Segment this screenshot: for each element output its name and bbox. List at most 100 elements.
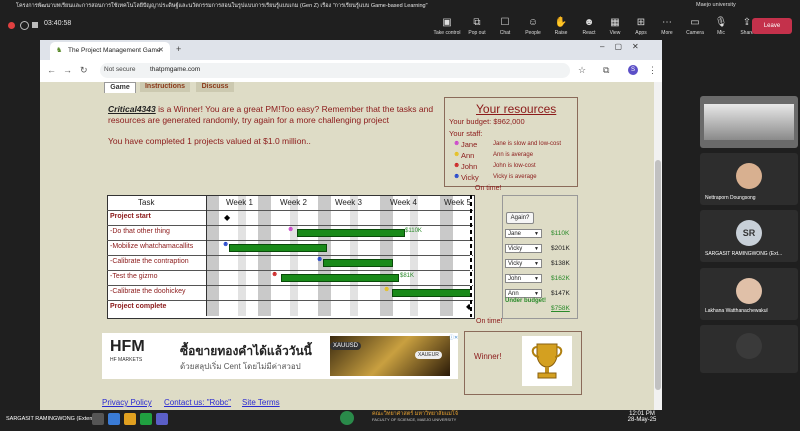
window-controls[interactable]: –▢✕	[600, 42, 649, 51]
ad-subline: ด้วยสลุปเริ่ม Cent โดยไม่มีค่าสวอป	[180, 362, 301, 371]
task-bar	[229, 244, 327, 252]
assignee-select[interactable]: John ▼	[505, 274, 542, 283]
scrollbar-thumb[interactable]	[655, 160, 661, 390]
winner-label: Winner!	[474, 352, 502, 361]
tab-discuss[interactable]: Discuss	[196, 82, 234, 92]
tab-instructions[interactable]: Instructions	[140, 82, 190, 92]
forward-icon[interactable]: →	[63, 65, 72, 75]
under-budget-label: Under budget!	[505, 298, 546, 304]
stop-recording-icon[interactable]	[32, 22, 38, 28]
tab-game[interactable]: Game	[104, 82, 136, 93]
person-icon: ☻	[222, 241, 230, 248]
assignee-select[interactable]: Jane ▼	[505, 229, 542, 238]
budget: Your budget: $962,000	[449, 117, 525, 126]
take-control-button[interactable]: ▣ Take control	[432, 17, 462, 37]
toolbar-label: More	[661, 30, 673, 36]
player-name: Critical4343	[108, 104, 156, 114]
teams-icon[interactable]	[156, 413, 168, 425]
contact-link[interactable]: Contact us: "Robc"	[164, 398, 231, 407]
toolbar-label: Take control	[433, 30, 461, 36]
pause-recording-icon[interactable]	[20, 21, 29, 30]
staff-name: Vicky	[461, 173, 479, 182]
profile-avatar[interactable]: S	[628, 65, 638, 75]
participant-name-1: Nettraporn Doungsong	[705, 195, 756, 201]
completed-message: You have completed 1 projects valued at …	[108, 136, 311, 146]
leave-button[interactable]: Leave	[752, 18, 792, 34]
chat-button[interactable]: ☐ Chat	[490, 17, 520, 37]
staff-name: John	[461, 162, 478, 171]
recording-icon	[8, 22, 15, 29]
ad-chip-xaueur: XAUEUR	[415, 351, 442, 359]
task-bar	[297, 229, 405, 237]
budget-value: $962,000	[493, 117, 525, 126]
raise-hand-button[interactable]: ✋ Raise	[546, 17, 576, 37]
week-label: Week 4	[390, 198, 417, 207]
site-terms-link[interactable]: Site Terms	[242, 398, 280, 407]
taskbar-user: SARGASIT RAMINGWONG (External)	[6, 416, 101, 422]
reload-icon[interactable]: ↻	[80, 65, 88, 76]
clock: 12:01 PM 28-May-25	[622, 411, 662, 423]
toolbar-label: Chat	[499, 30, 511, 36]
assignee-select[interactable]: Vicky ▼	[505, 259, 542, 268]
assignee-value: Jane	[508, 231, 522, 237]
privacy-policy-link[interactable]: Privacy Policy	[102, 398, 152, 407]
week-label: Week 2	[280, 198, 307, 207]
people-icon: ☺	[527, 17, 539, 28]
staff-name: Ann	[461, 151, 475, 160]
task-cost: $201K	[551, 245, 570, 252]
task-label: Project start	[110, 213, 151, 220]
raise-hand-icon: ✋	[554, 17, 568, 28]
staff-label: Your staff:	[449, 129, 483, 138]
participant-name-2: SARGASIT RAMINGWONG (Ext...	[705, 251, 783, 257]
staff-description: Vicky is average	[493, 174, 537, 180]
task-cost: $162K	[551, 275, 570, 282]
people-button[interactable]: ☺ People	[518, 17, 548, 37]
assignee-select[interactable]: Ann ▼	[505, 289, 542, 298]
again-button[interactable]: Again?	[506, 212, 534, 224]
person-icon: ☻	[287, 226, 295, 233]
person-icon: ☻	[316, 256, 324, 263]
ad-headline: ซื้อขายทองคำได้แล้ววันนี้	[180, 344, 312, 358]
person-icon: ☻	[453, 173, 461, 180]
participant-tile-4[interactable]	[700, 325, 798, 373]
more-button[interactable]: ⋯ More	[652, 18, 682, 37]
take-control-icon: ▣	[442, 17, 452, 28]
faculty-name-en: FACULTY OF SCIENCE, MAEJO UNIVERSITY	[372, 417, 457, 422]
person-icon: ☻	[453, 140, 461, 147]
toolbar-label: Pop out	[468, 30, 486, 36]
close-tab-icon[interactable]: ✕	[158, 46, 164, 54]
task-label: -Mobilize whatchamacallits	[110, 243, 194, 250]
task-label: -Calibrate the contraption	[110, 258, 189, 265]
back-icon[interactable]: ←	[47, 65, 56, 75]
assignee-value: Vicky	[508, 246, 523, 252]
ad-info-icon[interactable]: ⓘ✕	[449, 334, 458, 341]
gantt-row	[107, 210, 473, 226]
chevron-down-icon: ▼	[534, 246, 539, 252]
url-text[interactable]: thatpmgame.com	[150, 66, 200, 73]
folder-icon[interactable]	[124, 413, 136, 425]
browser-tab[interactable]: ♞ The Project Management Game ✕	[50, 42, 170, 60]
shared-video-tile[interactable]	[700, 96, 798, 148]
participant-name-3: Lakhana Watthanachewakul	[705, 308, 768, 314]
bookmark-star-icon[interactable]: ☆	[578, 65, 586, 76]
browser-menu-icon[interactable]: ⋮	[648, 65, 657, 76]
task-header: Task	[138, 198, 155, 207]
search-icon[interactable]	[92, 413, 104, 425]
staff-description: Ann is average	[493, 152, 534, 158]
task-label: -Do that other thing	[110, 228, 170, 235]
meeting-title: โครงการพัฒนาบทเรียนและการสอนการใช้เทคโนโ…	[16, 3, 428, 9]
extensions-icon[interactable]: ⧉	[603, 65, 609, 76]
line-app-icon[interactable]	[140, 413, 152, 425]
assignee-value: Ann	[508, 291, 519, 297]
total-cost: $758K	[551, 305, 570, 312]
pop-out-button[interactable]: ⧉ Pop out	[462, 18, 492, 37]
new-tab-icon[interactable]: +	[176, 44, 181, 54]
staff-description: John is low-cost	[493, 163, 536, 169]
not-secure-badge[interactable]: Not secure	[104, 66, 135, 73]
chat-icon: ☐	[500, 17, 510, 28]
chevron-down-icon: ▼	[534, 231, 539, 237]
university-logo-icon	[340, 411, 354, 425]
clock-date: 28-May-25	[627, 417, 657, 423]
file-explorer-icon[interactable]	[108, 413, 120, 425]
assignee-select[interactable]: Vicky ▼	[505, 244, 542, 253]
